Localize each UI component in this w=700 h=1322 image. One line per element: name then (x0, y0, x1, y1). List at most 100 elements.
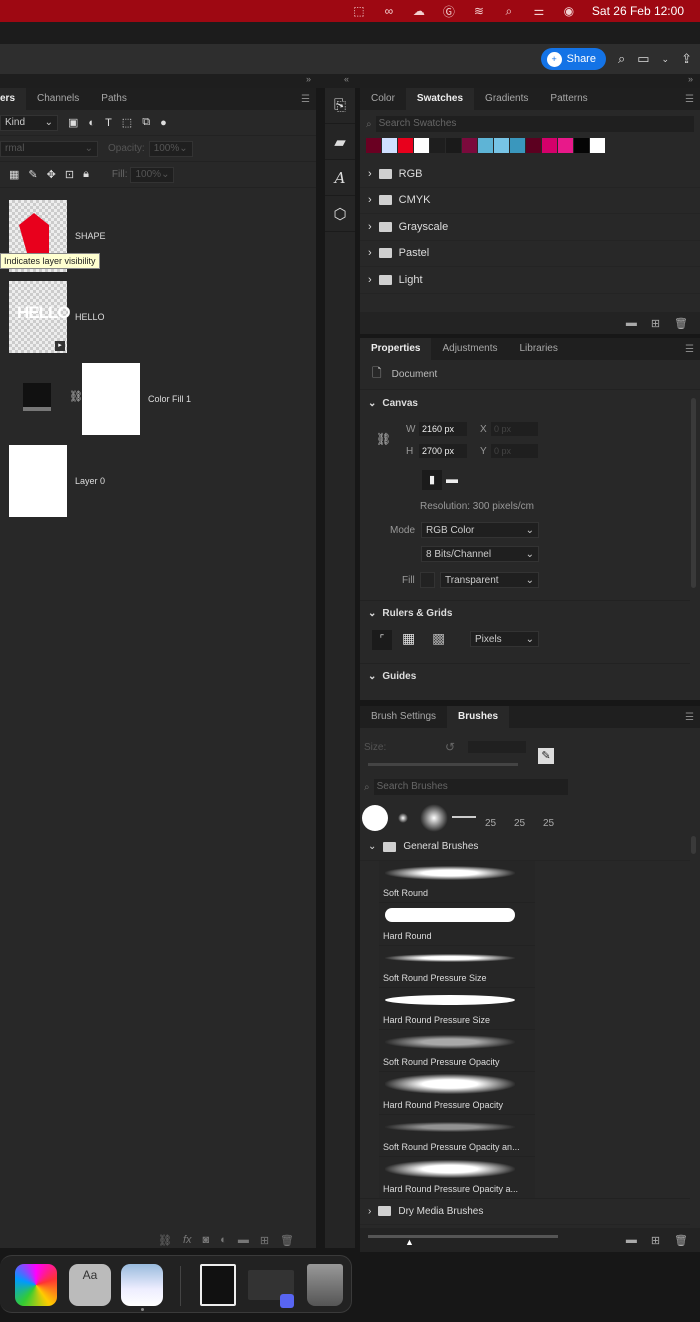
wifi-icon[interactable]: ≋ (472, 4, 486, 18)
tab-layers[interactable]: ers (0, 88, 27, 110)
chevron-down-icon[interactable]: ⌄ (662, 54, 670, 65)
fill-dropdown[interactable]: Transparent ⌄ (440, 572, 539, 588)
swatch[interactable] (494, 138, 509, 153)
bit-depth-dropdown[interactable]: 8 Bits/Channel ⌄ (421, 546, 539, 562)
width-field[interactable]: 2160 px (419, 422, 467, 436)
fill-field[interactable]: 100% ⌄ (130, 166, 175, 183)
image-filter-icon[interactable]: ▣ (68, 116, 78, 129)
grammarly-icon[interactable]: Ⓖ (442, 4, 456, 19)
x-field[interactable]: 0 px (491, 422, 538, 436)
new-layer-icon[interactable]: ⊞ (260, 1234, 269, 1247)
brush-preset-soft-large[interactable] (420, 804, 448, 832)
siri-icon[interactable]: ◉ (562, 4, 576, 18)
swatch[interactable] (366, 138, 381, 153)
new-group-icon[interactable]: ▬ (238, 1234, 249, 1246)
adjustment-layer-icon[interactable]: ◐ (220, 1234, 227, 1246)
layer-name[interactable]: Color Fill 1 (148, 394, 191, 404)
swatch[interactable] (574, 138, 589, 153)
swatch[interactable] (382, 138, 397, 153)
3d-icon[interactable]: ⬡ (325, 196, 355, 232)
panel-menu-icon[interactable]: ☰ (685, 94, 694, 105)
new-group-icon[interactable]: ▬ (626, 1234, 637, 1246)
add-mask-icon[interactable]: ◙ (203, 1234, 210, 1246)
slider-handle-icon[interactable]: ▲ (405, 1237, 414, 1247)
photo-window-thumbnail[interactable] (200, 1264, 236, 1306)
swatch[interactable] (414, 138, 429, 153)
swatch[interactable] (462, 138, 477, 153)
expand-icon[interactable]: « (344, 74, 349, 84)
new-swatch-icon[interactable]: ⊞ (651, 317, 660, 330)
brush-item[interactable]: Soft Round Pressure Size (379, 945, 535, 988)
new-group-icon[interactable]: ▬ (626, 317, 637, 329)
clock[interactable]: Sat 26 Feb 12:00 (592, 4, 684, 18)
trash-icon[interactable] (307, 1264, 343, 1306)
canvas-section-header[interactable]: ⌄ Canvas (360, 390, 700, 416)
swatch[interactable] (446, 138, 461, 153)
share-button[interactable]: + Share (540, 48, 606, 70)
scrollbar[interactable] (691, 836, 696, 854)
delete-icon[interactable]: 🗑︎ (674, 1234, 688, 1247)
filter-kind-dropdown[interactable]: Kind ⌄ (0, 114, 58, 131)
pixel-grid-icon[interactable]: ▩ (432, 630, 445, 647)
tab-properties[interactable]: Properties (360, 338, 432, 360)
search-swatches-input[interactable]: Search Swatches (375, 116, 694, 132)
swatch-group-rgb[interactable]: › RGB (360, 161, 700, 188)
layer-row[interactable]: ⛓︎ Color Fill 1 (0, 359, 306, 439)
adjustment-filter-icon[interactable]: ◐ (88, 117, 95, 129)
rulers-icon[interactable]: ⌜ (372, 630, 392, 650)
spotlight-icon[interactable]: ⌕ (502, 4, 516, 18)
units-dropdown[interactable]: Pixels ⌄ (470, 631, 539, 647)
mode-dropdown[interactable]: RGB Color ⌄ (421, 522, 539, 538)
discord-window-thumbnail[interactable] (248, 1270, 294, 1308)
swatch[interactable] (542, 138, 557, 153)
delete-icon[interactable]: 🗑︎ (280, 1234, 294, 1247)
delete-icon[interactable]: 🗑︎ (674, 317, 688, 330)
lock-transparency-icon[interactable]: ▦ (9, 168, 19, 181)
link-icon[interactable]: ⛓︎ (69, 390, 83, 403)
tab-libraries[interactable]: Libraries (509, 338, 569, 360)
collapse-icon[interactable]: » (306, 74, 311, 84)
tab-channels[interactable]: Channels (26, 88, 90, 110)
swatch-group-light[interactable]: › Light (360, 267, 700, 294)
swatch[interactable] (398, 138, 413, 153)
scrollbar[interactable] (691, 398, 696, 588)
layer-name[interactable]: Layer 0 (75, 476, 105, 486)
blend-mode-dropdown[interactable]: rmal ⌄ (0, 140, 98, 157)
swatch[interactable] (478, 138, 493, 153)
comments-icon[interactable]: ▰ (325, 124, 355, 160)
brush-preset-hard[interactable] (362, 805, 388, 831)
tab-swatches[interactable]: Swatches (405, 88, 475, 110)
opacity-field[interactable]: 100% ⌄ (148, 140, 193, 157)
search-brushes-input[interactable]: Search Brushes (373, 779, 568, 795)
filter-toggle[interactable]: ● (160, 117, 167, 129)
swatch[interactable] (558, 138, 573, 153)
brush-item[interactable]: Hard Round (379, 903, 535, 946)
portrait-orientation-icon[interactable]: ▮ (422, 470, 442, 490)
swatch[interactable] (590, 138, 605, 153)
layer-row[interactable]: Layer 0 (0, 441, 306, 521)
brush-group-general[interactable]: ⌄ General Brushes (360, 834, 690, 861)
layer-mask-thumbnail[interactable] (82, 363, 140, 435)
tab-paths[interactable]: Paths (90, 88, 138, 110)
brush-preset-soft-small[interactable] (398, 813, 408, 823)
lock-artboard-icon[interactable]: ⊡ (65, 168, 74, 181)
history-icon[interactable]: ⎘ (325, 88, 355, 124)
swatch-group-cmyk[interactable]: › CMYK (360, 188, 700, 214)
height-field[interactable]: 2700 px (419, 444, 467, 458)
y-field[interactable]: 0 px (491, 444, 538, 458)
brush-group-dry-media[interactable]: › Dry Media Brushes (360, 1198, 690, 1225)
tab-color[interactable]: Color (360, 88, 406, 110)
collapse-icon[interactable]: » (688, 74, 693, 84)
brush-item[interactable]: Hard Round Pressure Opacity a... (379, 1157, 535, 1200)
tab-brushes[interactable]: Brushes (447, 706, 510, 728)
swatch-group-grayscale[interactable]: › Grayscale (360, 214, 700, 241)
swatch[interactable] (430, 138, 445, 153)
search-icon[interactable]: ⌕ (618, 51, 625, 67)
brush-preset-line[interactable] (452, 816, 476, 818)
swatch[interactable] (510, 138, 525, 153)
brush-item[interactable]: Soft Round Pressure Opacity (379, 1030, 535, 1073)
new-brush-icon[interactable]: ⊞ (651, 1234, 660, 1247)
screenshot-icon[interactable]: ⬚ (352, 4, 366, 18)
panel-menu-icon[interactable]: ☰ (685, 712, 694, 723)
reset-icon[interactable]: ↺ (445, 740, 455, 754)
